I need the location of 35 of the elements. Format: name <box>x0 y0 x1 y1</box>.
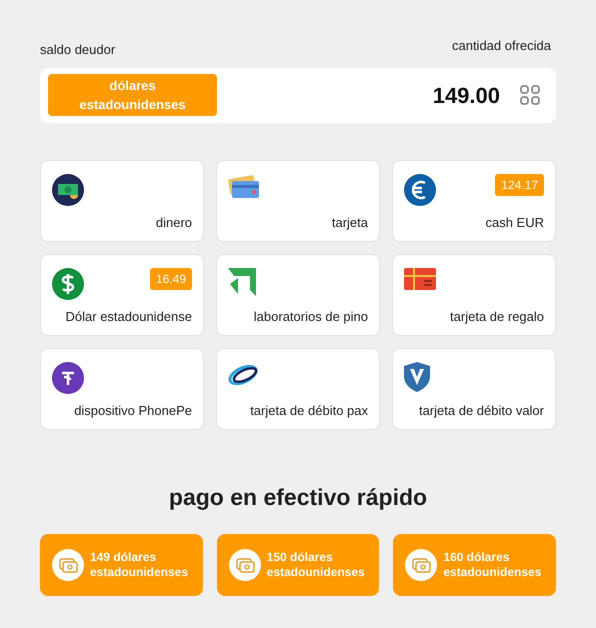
balance-badge: 124.17 <box>495 174 544 196</box>
payment-method-label: cash EUR <box>485 214 544 232</box>
credit-card-icon <box>228 174 260 200</box>
payment-method-card[interactable]: tarjeta <box>216 160 380 242</box>
payment-method-card[interactable]: 16.49 Dólar estadounidense <box>40 254 204 336</box>
gift-card-icon <box>404 268 436 290</box>
cash-icon <box>52 174 84 206</box>
arrow-logo-icon <box>228 268 256 296</box>
offered-amount-label: cantidad ofrecida <box>452 37 551 55</box>
amount-value: 149.00 <box>432 82 500 110</box>
payment-method-label: tarjeta de regalo <box>450 308 544 326</box>
euro-icon <box>404 174 436 206</box>
banknote-icon <box>228 549 261 581</box>
quick-cash-title: pago en efectivo rápido <box>168 482 428 512</box>
payment-method-label: dinero <box>156 214 192 232</box>
payment-method-label: Dólar estadounidense <box>66 308 192 326</box>
payment-method-label: tarjeta de débito pax <box>250 402 368 420</box>
payment-method-card[interactable]: dinero <box>40 160 204 242</box>
payment-method-card[interactable]: dispositivo PhonePe <box>40 348 204 430</box>
dollar-icon <box>52 268 84 300</box>
payment-method-label: dispositivo PhonePe <box>74 402 192 420</box>
banknote-icon <box>405 549 438 581</box>
balance-label: saldo deudor <box>40 41 116 59</box>
shield-icon <box>404 362 430 392</box>
payment-method-card[interactable]: tarjeta de regalo <box>392 254 556 336</box>
banknote-icon <box>52 549 84 581</box>
payment-method-card[interactable]: 124.17 cash EUR <box>392 160 556 242</box>
payment-method-label: laboratorios de pino <box>254 308 368 326</box>
payment-method-card[interactable]: tarjeta de débito valor <box>392 348 556 430</box>
grid-icon[interactable] <box>520 85 540 105</box>
payment-method-label: tarjeta de débito valor <box>418 402 544 420</box>
payment-method-card[interactable]: laboratorios de pino <box>216 254 380 336</box>
payment-method-label: tarjeta <box>332 214 368 232</box>
payment-method-card[interactable]: tarjeta de débito pax <box>216 348 380 430</box>
balance-badge: 16.49 <box>150 268 192 290</box>
